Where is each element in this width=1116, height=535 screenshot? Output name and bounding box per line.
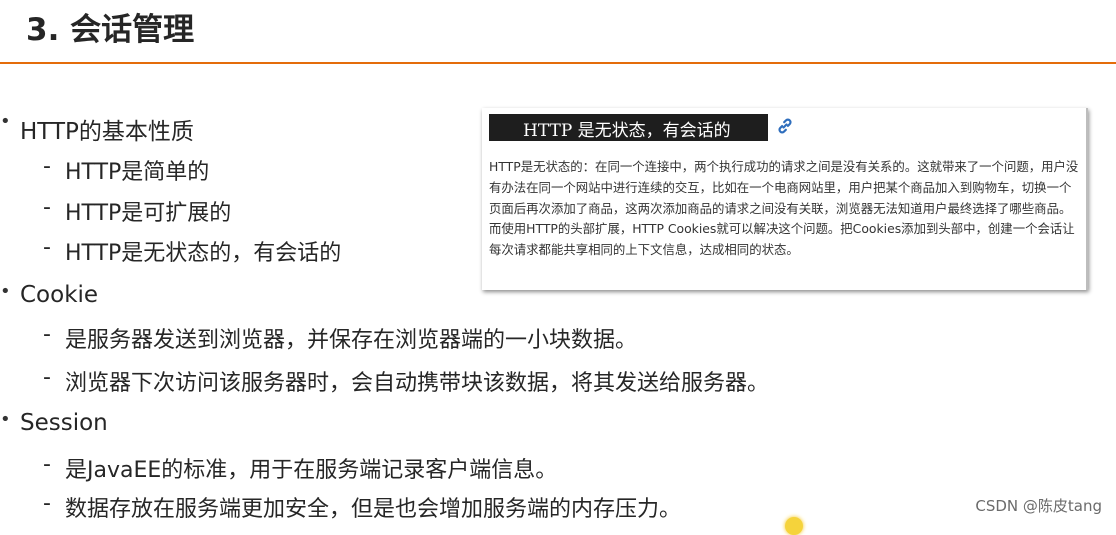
bullet-label: Cookie <box>20 282 99 308</box>
mdn-excerpt-card: HTTP 是无状态，有会话的 HTTP是无状态的：在同一个连接中，两个执行成功的… <box>482 108 1088 290</box>
dash-icon: - <box>43 365 51 390</box>
bullet-dot-icon: • <box>0 111 11 132</box>
sub-item-label: 是JavaEE的标准，用于在服务端记录客户端信息。 <box>65 458 558 483</box>
sub-item-label: HTTP是可扩展的 <box>65 201 232 226</box>
card-heading: HTTP 是无状态，有会话的 <box>523 121 731 141</box>
sub-item: - 浏览器下次访问该服务器时，会自动携带块该数据，将其发送给服务器。 <box>43 365 770 397</box>
bullet-dot-icon: • <box>0 281 11 302</box>
sub-item-label: 是服务器发送到浏览器，并保存在浏览器端的一小块数据。 <box>65 328 638 353</box>
dash-icon: - <box>43 154 51 179</box>
bullet-session: • Session <box>0 409 108 436</box>
bullet-cookie: • Cookie <box>0 281 99 308</box>
sub-item-label: HTTP是简单的 <box>65 160 210 185</box>
sub-item-label: HTTP是无状态的，有会话的 <box>65 241 342 266</box>
bullet-label: HTTP的基本性质 <box>20 119 194 145</box>
dash-icon: - <box>43 195 51 220</box>
bullet-http-properties: • HTTP的基本性质 <box>0 111 194 146</box>
sub-item: - HTTP是可扩展的 <box>43 195 232 227</box>
bullet-dot-icon: • <box>0 409 11 430</box>
dash-icon: - <box>43 235 51 260</box>
dash-icon: - <box>43 452 51 477</box>
sub-item: - HTTP是无状态的，有会话的 <box>43 235 342 267</box>
sub-item-label: 数据存放在服务端更加安全，但是也会增加服务端的内存压力。 <box>65 497 682 522</box>
sub-item: - 是JavaEE的标准，用于在服务端记录客户端信息。 <box>43 452 558 484</box>
title-divider <box>0 62 1116 64</box>
sub-item: - 数据存放在服务端更加安全，但是也会增加服务端的内存压力。 <box>43 491 682 523</box>
sub-item-label: 浏览器下次访问该服务器时，会自动携带块该数据，将其发送给服务器。 <box>65 371 770 396</box>
dash-icon: - <box>43 322 51 347</box>
watermark: CSDN @陈皮tang <box>975 497 1102 515</box>
slide-title: 3. 会话管理 <box>26 12 195 48</box>
bullet-label: Session <box>20 410 108 436</box>
pointer-highlight <box>785 517 803 535</box>
sub-item: - 是服务器发送到浏览器，并保存在浏览器端的一小块数据。 <box>43 322 638 354</box>
card-body-text: HTTP是无状态的：在同一个连接中，两个执行成功的请求之间是没有关系的。这就带来… <box>489 159 1079 258</box>
card-heading-bar: HTTP 是无状态，有会话的 <box>489 114 768 141</box>
link-icon[interactable] <box>776 117 794 135</box>
sub-item: - HTTP是简单的 <box>43 154 210 186</box>
dash-icon: - <box>43 491 51 516</box>
